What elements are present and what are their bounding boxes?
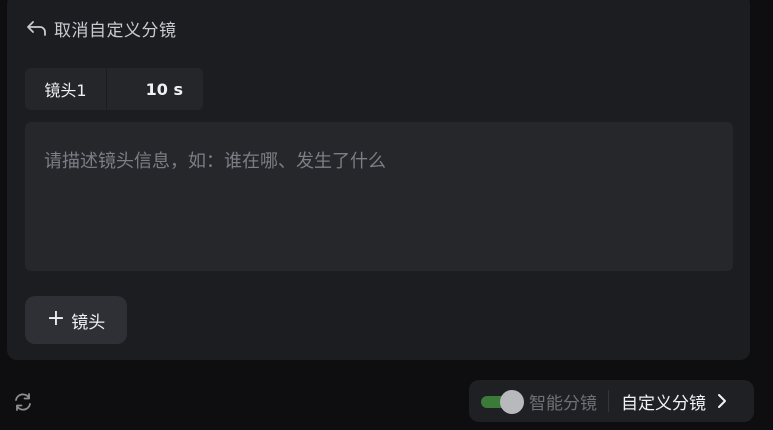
chevron-right-icon[interactable] [706, 392, 728, 410]
custom-split-button[interactable]: 自定义分镜 [621, 389, 706, 414]
mode-bar-divider [608, 390, 609, 412]
page: 取消自定义分镜 镜头1 10 s + 镜头 智能分镜 自定义分镜 [0, 0, 773, 430]
custom-storyboard-panel: 取消自定义分镜 镜头1 10 s + 镜头 [7, 0, 750, 360]
cancel-custom-storyboard-label: 取消自定义分镜 [54, 20, 177, 41]
shot-name: 镜头1 [44, 81, 87, 100]
smart-split-label: 智能分镜 [529, 393, 597, 414]
toggle-knob [500, 390, 524, 414]
shot-description-box [25, 122, 733, 271]
shot-description-input[interactable] [44, 147, 714, 246]
return-arrow-icon [26, 18, 48, 38]
cancel-custom-storyboard-button[interactable]: 取消自定义分镜 [26, 16, 177, 41]
smart-split-toggle[interactable] [481, 390, 524, 414]
add-shot-button[interactable]: + 镜头 [25, 296, 127, 344]
refresh-icon[interactable] [12, 391, 34, 413]
storyboard-mode-bar: 智能分镜 自定义分镜 [469, 380, 754, 422]
shot-tab[interactable]: 镜头1 10 s [25, 68, 203, 110]
add-shot-label: 镜头 [71, 312, 106, 333]
plus-icon: + [46, 306, 66, 331]
shot-duration[interactable]: 10 s [107, 80, 203, 99]
